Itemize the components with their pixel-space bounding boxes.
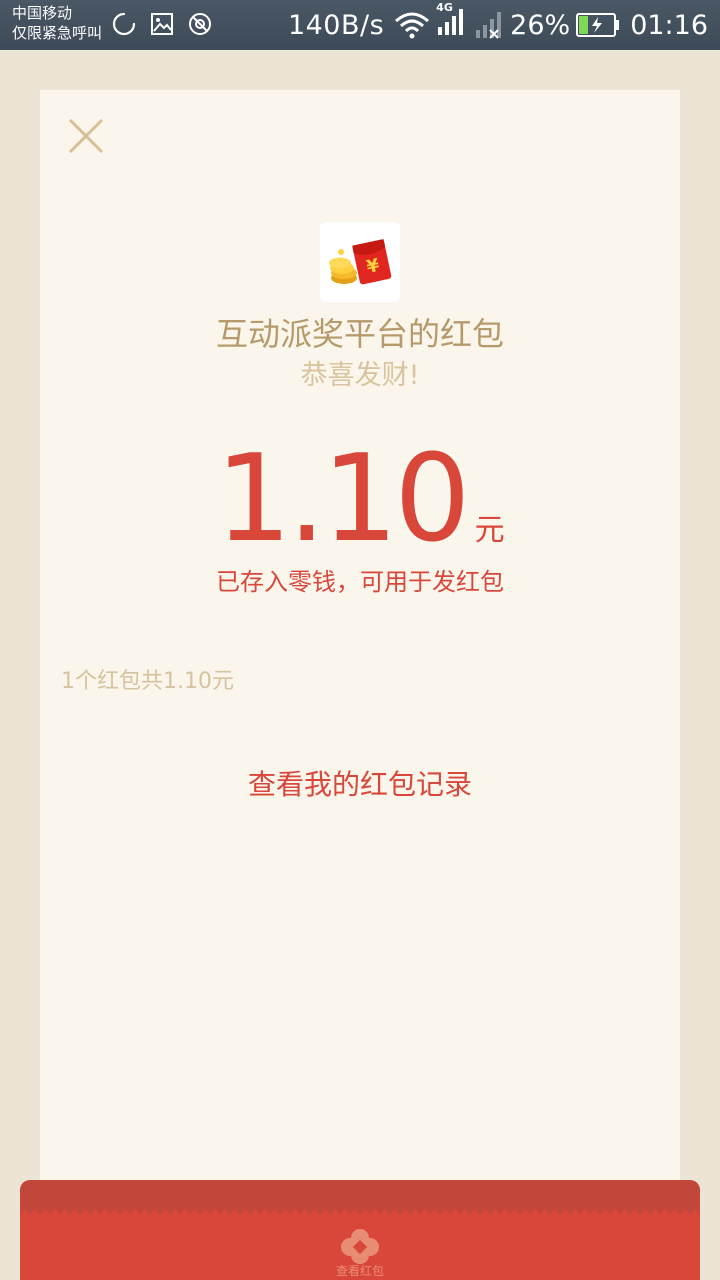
no-sim-signal-icon (476, 12, 502, 39)
status-bar: 中国移动 仅限紧急呼叫 140B/s 4G 26% 01:16 (0, 0, 720, 50)
emergency-only-label: 仅限紧急呼叫 (12, 24, 103, 42)
wish-text: 恭喜发财! (300, 360, 420, 391)
view-records-link[interactable]: 查看我的红包记录 (0, 763, 720, 807)
currency-unit: 元 (474, 513, 505, 548)
notification-icons (112, 12, 212, 36)
no-disturb-icon (189, 13, 211, 35)
status-right-group: 140B/s 4G 26% 01:16 (287, 1, 708, 44)
carrier-info: 中国移动 仅限紧急呼叫 (12, 3, 102, 43)
deposit-note[interactable]: 已存入零钱，可用于发红包 (0, 563, 720, 601)
amount-value: 1.10 (215, 430, 470, 569)
battery-charging-icon (576, 13, 620, 37)
image-icon (151, 13, 173, 35)
amount-display: 1.10 元 (0, 440, 720, 560)
wifi-icon (395, 12, 430, 39)
mobile-signal: 4G (436, 1, 466, 44)
clock: 01:16 (630, 9, 708, 41)
battery-percent: 26% (510, 9, 571, 41)
footer-label: 查看红包 (335, 1264, 384, 1278)
network-type: 4G (436, 0, 453, 14)
carrier-name: 中国移动 (12, 4, 73, 22)
sender-avatar: ¥ (320, 222, 400, 302)
close-icon[interactable] (65, 115, 107, 157)
loading-icon (112, 12, 136, 36)
red-packet-coins-icon: ¥ (329, 239, 392, 285)
packet-summary: 1个红包共1.10元 (61, 669, 234, 694)
sender-name: 互动派奖平台的红包 (215, 315, 504, 353)
network-speed: 140B/s (287, 9, 385, 41)
